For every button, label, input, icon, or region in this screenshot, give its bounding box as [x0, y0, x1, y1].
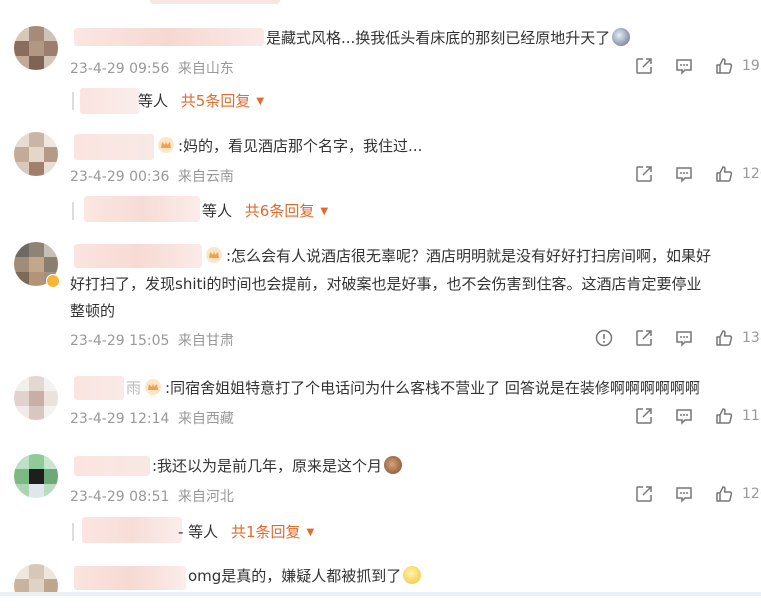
like-button[interactable]: 115	[714, 406, 761, 426]
thumbs-up-icon	[716, 166, 733, 182]
redacted-username	[74, 566, 186, 590]
share-icon[interactable]	[634, 328, 654, 348]
username-fragment: 雨	[126, 379, 142, 397]
comment-icon[interactable]	[674, 484, 694, 504]
comment-icon[interactable]	[674, 406, 694, 426]
verified-badge-icon	[46, 274, 60, 288]
comment-meta: 23-4-29 12:14 来自西藏	[70, 408, 234, 428]
like-count: 115	[742, 408, 761, 424]
thumbs-up-icon	[716, 408, 733, 424]
location: 来自山东	[177, 61, 234, 77]
timestamp: 23-4-29 00:36	[70, 169, 170, 185]
location: 来自甘肃	[177, 333, 234, 349]
thumbs-up-icon	[716, 58, 733, 74]
location: 来自西藏	[177, 411, 234, 427]
timestamp: 23-4-29 09:56	[70, 61, 170, 77]
crown-badge-icon	[145, 379, 162, 395]
crown-badge-icon	[206, 247, 222, 263]
like-count: 193	[742, 58, 761, 74]
comment-text: :妈的，看见酒店那个名字，我住过...	[158, 132, 422, 160]
bottom-edge	[0, 592, 761, 596]
expand-replies-link[interactable]: 共1条回复 ▼	[231, 523, 314, 541]
redacted-username	[74, 244, 202, 268]
timestamp: 23-4-29 15:05	[70, 333, 170, 349]
redacted-username	[74, 456, 150, 476]
location: 来自云南	[177, 169, 234, 185]
redacted-username	[74, 28, 264, 46]
avatar[interactable]	[14, 564, 58, 608]
expand-replies-link[interactable]: 共5条回复 ▼	[181, 92, 264, 110]
replies-row: 等人 共5条回复 ▼	[72, 88, 264, 114]
redacted-username	[74, 134, 154, 160]
comment-actions: 126	[634, 484, 761, 504]
redacted-username	[74, 376, 124, 400]
redacted-username	[84, 196, 200, 222]
emoji-icon	[384, 456, 403, 474]
location: 来自河北	[177, 489, 234, 505]
comment-actions: 120	[634, 164, 761, 184]
caret-down-icon: ▼	[320, 206, 329, 217]
timestamp: 23-4-29 08:51	[70, 489, 170, 505]
thumbs-up-icon	[716, 486, 733, 502]
comment-text-line: 整顿的	[70, 302, 116, 320]
like-button[interactable]: 193	[714, 56, 761, 76]
comment-text: 雨:同宿舍姐姐特意打了个电话问为什么客栈不营业了 回答说是在装修啊啊啊啊啊啊	[126, 379, 700, 397]
comment-meta: 23-4-29 08:51 来自河北	[70, 486, 234, 506]
share-icon[interactable]	[634, 164, 654, 184]
comment-text: :怎么会有人说酒店很无辜呢？酒店明明就是没有好好打扫房间啊，如果好	[206, 242, 711, 270]
like-button[interactable]: 138	[714, 328, 761, 348]
replies-row: - 等人 共1条回复 ▼	[72, 517, 314, 543]
comment-actions: 193	[634, 56, 761, 76]
like-count: 126	[742, 486, 761, 502]
comment-icon[interactable]	[674, 328, 694, 348]
comment-actions: 138	[594, 328, 761, 348]
timestamp: 23-4-29 12:14	[70, 411, 170, 427]
expand-replies-link[interactable]: 共6条回复 ▼	[245, 202, 328, 220]
emoji-icon	[403, 566, 422, 584]
share-icon[interactable]	[634, 56, 654, 76]
avatar[interactable]	[14, 26, 58, 70]
like-count: 138	[742, 330, 761, 346]
caret-down-icon: ▼	[256, 96, 265, 107]
comment-meta: 23-4-29 00:36 来自云南	[70, 166, 234, 186]
replies-row: 等人 共6条回复 ▼	[72, 196, 328, 222]
avatar[interactable]	[14, 376, 58, 420]
share-icon[interactable]	[634, 484, 654, 504]
thumbs-up-icon	[716, 330, 733, 346]
share-icon[interactable]	[634, 406, 654, 426]
comment-text-line: 好打扫了，发现shiti的时间也会提前，对破案也是好事，也不会伤害到住客。这酒店…	[70, 275, 702, 293]
comment-meta: 23-4-29 09:56 来自山东	[70, 58, 234, 78]
redacted-username	[80, 88, 140, 114]
caret-down-icon: ▼	[306, 527, 315, 538]
redacted-username	[82, 517, 182, 543]
like-button[interactable]: 120	[714, 164, 761, 184]
comment-actions: 115	[634, 406, 761, 426]
emoji-icon	[612, 28, 631, 46]
avatar[interactable]	[14, 454, 58, 498]
comment-meta: 23-4-29 15:05 来自甘肃	[70, 330, 234, 350]
comment-text: omg是真的，嫌疑人都被抓到了	[188, 562, 422, 590]
avatar[interactable]	[14, 132, 58, 176]
crown-badge-icon	[158, 137, 174, 153]
redacted-username	[150, 0, 280, 4]
comment-text: :我还以为是前几年，原来是这个月	[152, 452, 403, 480]
comment-icon[interactable]	[674, 56, 694, 76]
comment-icon[interactable]	[674, 164, 694, 184]
like-button[interactable]: 126	[714, 484, 761, 504]
like-count: 120	[742, 166, 761, 182]
report-icon[interactable]	[594, 328, 614, 348]
comment-text: 是藏式风格...换我低头看床底的那刻已经原地升天了	[266, 24, 631, 52]
